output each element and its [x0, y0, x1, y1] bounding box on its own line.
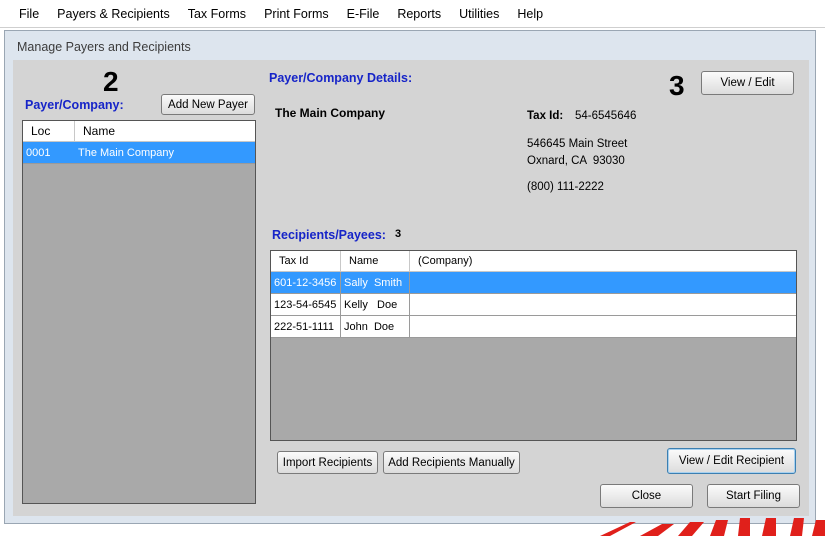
payer-grid: Loc Name 0001 The Main Company [22, 120, 256, 504]
menu-reports[interactable]: Reports [388, 0, 450, 28]
payer-company-label: Payer/Company: [25, 98, 124, 112]
recipient-row[interactable]: 222-51-1111 John Doe [271, 316, 796, 338]
add-new-payer-button[interactable]: Add New Payer [161, 94, 255, 115]
menu-print-forms[interactable]: Print Forms [255, 0, 338, 28]
recipient-tax-id-cell: 601-12-3456 [271, 272, 341, 293]
recipient-row[interactable]: 601-12-3456 Sally Smith [271, 272, 796, 294]
brand-logo-fragment [600, 516, 825, 536]
recipient-row[interactable]: 123-54-6545 Kelly Doe [271, 294, 796, 316]
recipient-name-cell: Kelly Doe [341, 294, 410, 315]
tax-id-label: Tax Id: [527, 110, 564, 122]
phone-number: (800) 111-2222 [527, 181, 604, 193]
main-panel: 2 Payer/Company: Add New Payer Loc Name … [13, 60, 809, 516]
recipient-company-cell [410, 316, 796, 337]
menu-payers-recipients[interactable]: Payers & Recipients [48, 0, 179, 28]
payer-grid-header: Loc Name [23, 121, 255, 142]
payer-name-cell: The Main Company [78, 147, 174, 159]
payer-loc-cell: 0001 [26, 147, 51, 159]
recipient-company-cell [410, 272, 796, 293]
window-title: Manage Payers and Recipients [17, 40, 191, 54]
view-edit-payer-button[interactable]: View / Edit [701, 71, 794, 95]
column-header-tax-id[interactable]: Tax Id [271, 251, 341, 271]
recipient-name-cell: John Doe [341, 316, 410, 337]
recipients-grid: Tax Id Name (Company) 601-12-3456 Sally … [270, 250, 797, 441]
menu-file[interactable]: File [10, 0, 48, 28]
view-edit-recipient-button[interactable]: View / Edit Recipient [667, 448, 796, 474]
recipient-company-cell [410, 294, 796, 315]
tax-id-value: 54-6545646 [575, 110, 637, 122]
menu-help[interactable]: Help [508, 0, 552, 28]
column-header-loc[interactable]: Loc [23, 121, 75, 141]
column-header-recipient-name[interactable]: Name [341, 251, 410, 271]
recipient-name-cell: Sally Smith [341, 272, 410, 293]
step-number-right: 3 [669, 70, 685, 101]
company-name: The Main Company [275, 106, 386, 120]
import-recipients-button[interactable]: Import Recipients [277, 451, 378, 474]
recipient-tax-id-cell: 222-51-1111 [271, 316, 341, 337]
recipient-tax-id-cell: 123-54-6545 [271, 294, 341, 315]
payer-details-label: Payer/Company Details: [269, 71, 413, 85]
step-number-left: 2 [103, 66, 119, 97]
close-button[interactable]: Close [600, 484, 693, 508]
recipients-grid-header: Tax Id Name (Company) [271, 251, 796, 272]
address-line-1: 546645 Main Street [527, 138, 628, 150]
column-header-company[interactable]: (Company) [410, 251, 796, 271]
menu-utilities[interactable]: Utilities [450, 0, 508, 28]
add-recipients-manually-button[interactable]: Add Recipients Manually [383, 451, 520, 474]
address-line-2: Oxnard, CA 93030 [527, 155, 625, 167]
menu-e-file[interactable]: E-File [338, 0, 389, 28]
payer-row[interactable]: 0001 The Main Company [23, 142, 255, 164]
manage-payers-window: Manage Payers and Recipients 2 Payer/Com… [4, 30, 816, 524]
logo-icon [600, 518, 825, 536]
start-filing-button[interactable]: Start Filing [707, 484, 800, 508]
menu-tax-forms[interactable]: Tax Forms [179, 0, 255, 28]
column-header-name[interactable]: Name [75, 121, 255, 141]
recipients-count: 3 [395, 228, 402, 240]
menu-bar: File Payers & Recipients Tax Forms Print… [0, 0, 825, 28]
recipients-label: Recipients/Payees: [272, 228, 386, 242]
